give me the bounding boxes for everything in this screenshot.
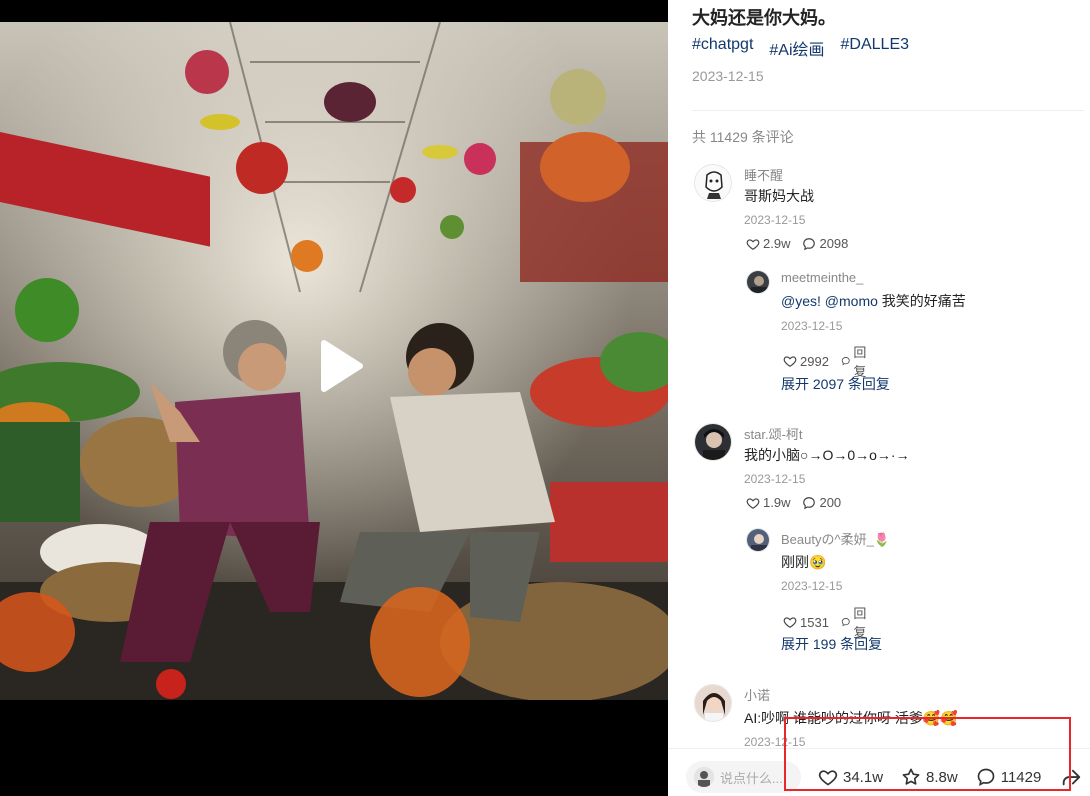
comment-author[interactable]: 睡不醒	[744, 165, 783, 184]
reply-count: 2098	[819, 236, 849, 251]
reply-count-button[interactable]: 200	[802, 495, 841, 510]
like-button[interactable]: 2992	[783, 354, 829, 369]
mention-link[interactable]: @yes!	[781, 293, 821, 309]
heart-icon	[818, 770, 838, 786]
avatar[interactable]	[694, 164, 732, 202]
reply-date: 2023-12-15	[781, 579, 843, 593]
reply-text: 刚刚🥹	[781, 554, 827, 570]
user-avatar-icon	[694, 767, 714, 787]
sketch-avatar-icon	[695, 165, 731, 201]
comments-count: 共 11429 条评论	[692, 129, 794, 145]
divider	[692, 110, 1084, 111]
comment-date: 2023-12-15	[744, 735, 806, 749]
heart-icon	[783, 617, 797, 628]
avatar[interactable]	[694, 423, 732, 461]
star-icon	[902, 768, 920, 785]
user-avatar	[694, 767, 714, 787]
heart-icon	[783, 356, 797, 367]
avatar[interactable]	[746, 528, 770, 552]
post-like-count: 34.1w	[843, 768, 884, 786]
comment-icon	[841, 357, 850, 366]
comment-author[interactable]: 小诺	[744, 685, 770, 704]
post-comment-button[interactable]: 11429	[976, 767, 1042, 787]
detail-panel: 大妈还是你大妈。 #chatpgt #Ai绘画 #DALLE3 2023-12-…	[668, 0, 1090, 796]
like-button[interactable]: 1531	[783, 615, 829, 630]
avatar[interactable]	[694, 684, 732, 722]
comment-icon	[803, 496, 816, 509]
comment-icon	[841, 618, 850, 627]
like-count: 1.9w	[763, 495, 791, 510]
reply-author[interactable]: meetmeinthe_	[781, 270, 863, 285]
like-count: 2992	[800, 353, 829, 369]
reply-text-body: 我笑的好痛苦	[881, 293, 966, 309]
expand-replies-link[interactable]: 展开 199 条回复	[781, 634, 882, 654]
play-icon	[321, 340, 363, 392]
post-title: 大妈还是你大妈。	[692, 8, 836, 28]
post-collect-button[interactable]: 8.8w	[901, 767, 958, 787]
comment-text: 哥斯妈大战	[744, 188, 814, 204]
post-like-button[interactable]: 34.1w	[818, 767, 883, 787]
post-comment-count: 11429	[1000, 768, 1042, 786]
like-button[interactable]: 2.9w	[746, 236, 790, 251]
comment-input[interactable]: 说点什么...	[686, 761, 801, 793]
comment-icon	[803, 237, 816, 250]
reply-count-button[interactable]: 2098	[802, 236, 848, 251]
photo-avatar-icon	[747, 271, 769, 293]
play-button[interactable]	[306, 335, 368, 397]
photo-avatar-icon	[695, 424, 731, 460]
photo-avatar-icon	[695, 685, 731, 721]
interaction-bar: 说点什么... 34.1w 8.8w 11429	[668, 748, 1090, 796]
comment-actions: 1.9w 200	[746, 495, 841, 510]
like-count: 2.9w	[763, 236, 791, 251]
tag-list: #chatpgt #Ai绘画 #DALLE3	[692, 36, 909, 60]
photo-avatar-icon	[747, 529, 769, 551]
tag-link[interactable]: #Ai绘画	[769, 36, 824, 60]
heart-icon	[746, 497, 760, 509]
comment-input-placeholder: 说点什么...	[720, 770, 783, 786]
reply-author[interactable]: Beautyの^柔妍_🌷	[781, 529, 890, 548]
heart-icon	[746, 238, 760, 250]
post-date: 2023-12-15	[692, 68, 764, 84]
post-collect-count: 8.8w	[926, 768, 958, 786]
reply-date: 2023-12-15	[781, 319, 843, 333]
post-actions: 34.1w 8.8w 11429	[818, 767, 1041, 787]
avatar[interactable]	[746, 270, 770, 294]
comment-actions: 2.9w 2098	[746, 236, 848, 251]
comment-text: AI:吵啊 谁能吵的过你呀 活爹🥰🥰	[744, 710, 958, 726]
media-viewer[interactable]	[0, 0, 668, 796]
comment-author[interactable]: star.颂-柯t	[744, 424, 803, 443]
comment-date: 2023-12-15	[744, 213, 806, 227]
comment-date: 2023-12-15	[744, 472, 806, 486]
reply-text: @yes! @momo 我笑的好痛苦	[781, 291, 966, 311]
share-button[interactable]	[1060, 767, 1082, 789]
comment-text: 我的小脑○→O→0→o→·→	[744, 447, 910, 463]
like-count: 1531	[800, 614, 829, 630]
expand-replies-link[interactable]: 展开 2097 条回复	[781, 374, 890, 394]
mention-link[interactable]: @momo	[825, 293, 878, 309]
tag-link[interactable]: #DALLE3	[841, 36, 910, 60]
tag-link[interactable]: #chatpgt	[692, 36, 753, 60]
comment-icon	[977, 768, 995, 787]
like-button[interactable]: 1.9w	[746, 495, 790, 510]
share-icon	[1062, 769, 1081, 786]
reply-count: 200	[819, 495, 842, 510]
